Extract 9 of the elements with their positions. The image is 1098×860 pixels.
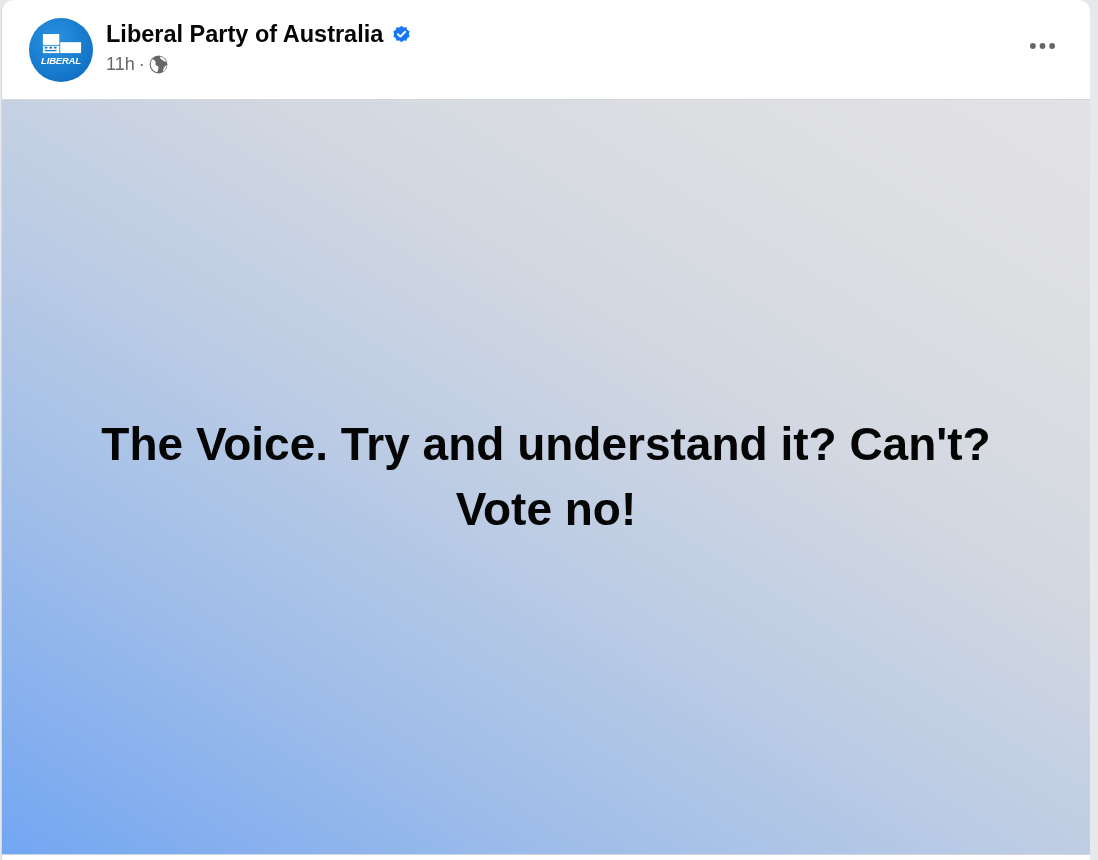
more-icon xyxy=(1029,42,1055,49)
post-time[interactable]: 11h xyxy=(106,53,135,75)
author-name[interactable]: Liberal Party of Australia xyxy=(106,20,384,48)
globe-icon[interactable] xyxy=(148,54,168,74)
logo-text: LIBERAL xyxy=(41,54,81,66)
logo-icon xyxy=(42,33,82,54)
post-text: The Voice. Try and understand it? Can't? Vote no! xyxy=(100,417,992,537)
logo-avatar[interactable]: LIBERAL xyxy=(29,17,93,82)
separator-dot: · xyxy=(138,53,145,75)
